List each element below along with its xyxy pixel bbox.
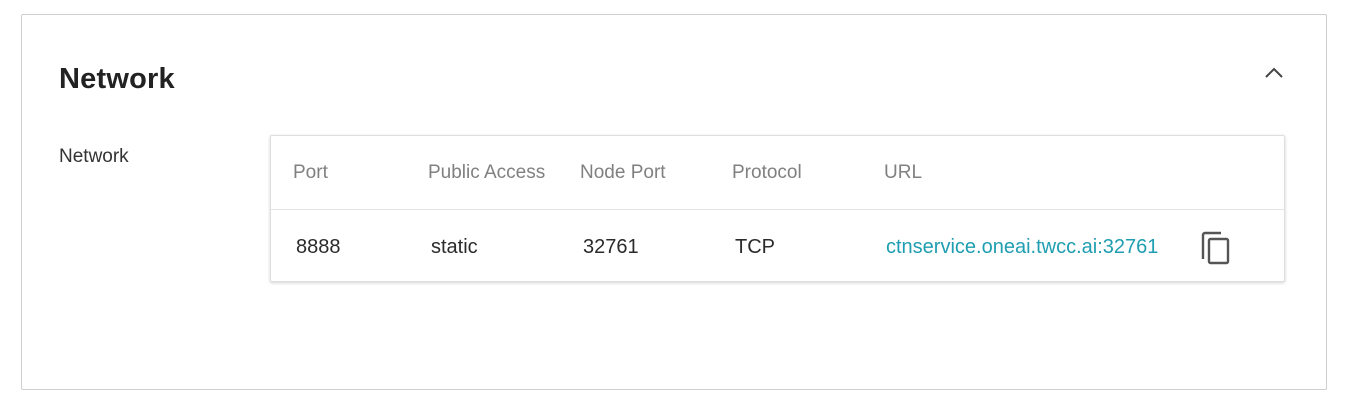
copy-url-button[interactable] — [1199, 230, 1233, 266]
cell-port: 8888 — [296, 236, 341, 258]
column-header-port: Port — [293, 162, 328, 183]
cell-protocol: TCP — [735, 236, 775, 258]
network-card: Network Network Port Public Access Node … — [21, 14, 1327, 390]
chevron-up-icon — [1265, 67, 1283, 78]
url-link[interactable]: ctnservice.oneai.twcc.ai:32761 — [886, 236, 1158, 259]
cell-public-access: static — [431, 236, 478, 258]
table-row: 8888 static 32761 TCP ctnservice.oneai.t… — [271, 209, 1284, 282]
column-header-node-port: Node Port — [580, 162, 666, 183]
section-title: Network — [59, 63, 175, 95]
cell-node-port: 32761 — [583, 236, 639, 258]
network-field-label: Network — [59, 146, 129, 167]
column-header-public-access: Public Access — [428, 162, 546, 183]
network-table: Port Public Access Node Port Protocol UR… — [270, 135, 1285, 282]
collapse-button[interactable] — [1260, 59, 1288, 87]
column-header-url: URL — [884, 162, 923, 183]
column-header-protocol: Protocol — [732, 162, 802, 183]
copy-icon — [1201, 231, 1230, 265]
table-header: Port Public Access Node Port Protocol UR… — [271, 136, 1284, 210]
